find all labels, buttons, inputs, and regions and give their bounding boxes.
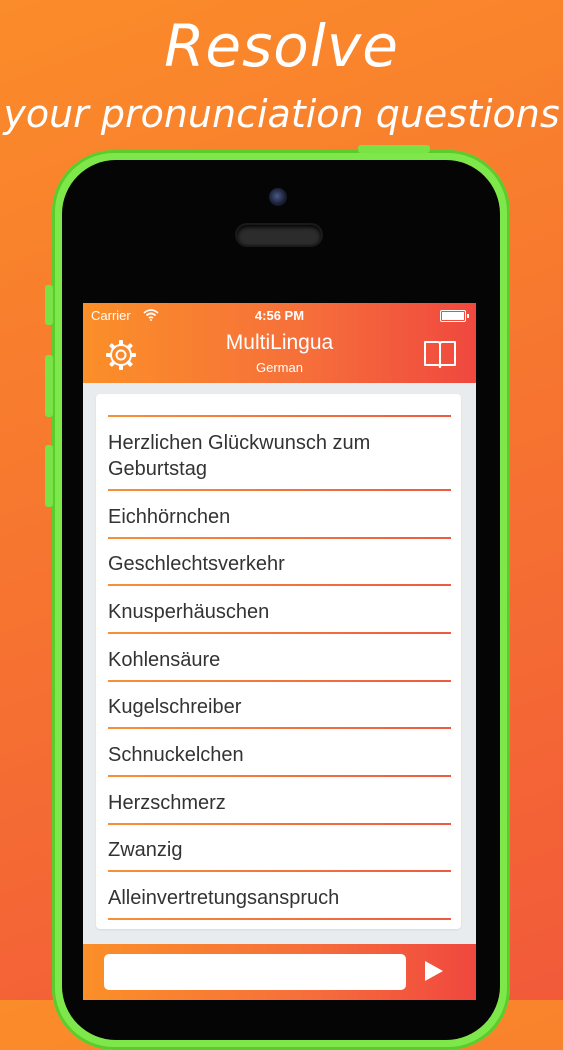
earpiece-speaker <box>237 225 321 245</box>
list-separator <box>108 918 451 920</box>
list-separator <box>108 537 451 539</box>
list-item[interactable]: Geschlechtsverkehr <box>108 551 451 577</box>
list-separator <box>108 823 451 825</box>
list-item[interactable]: Herzlichen Glückwunsch zum <box>108 430 451 456</box>
app-screen: Carrier 4:56 PM MultiLingua German Herzl… <box>83 303 476 1000</box>
list-item[interactable]: Geburtstag <box>108 456 451 482</box>
list-separator <box>108 727 451 729</box>
list-separator <box>108 632 451 634</box>
play-icon[interactable] <box>423 959 445 983</box>
battery-icon <box>440 310 469 322</box>
list-item[interactable]: Schnuckelchen <box>108 742 451 768</box>
list-separator <box>108 775 451 777</box>
list-separator <box>108 680 451 682</box>
headline-title: Resolve <box>164 12 399 80</box>
list-item[interactable]: Alleinvertretungsanspruch <box>108 885 451 911</box>
list-item[interactable]: Eichhörnchen <box>108 504 451 530</box>
list-item[interactable]: Knusperhäuschen <box>108 599 451 625</box>
navigation-bar: Carrier 4:56 PM MultiLingua German <box>83 303 476 383</box>
phrase-input[interactable] <box>104 954 406 990</box>
list-item[interactable]: Herzschmerz <box>108 790 451 816</box>
list-item[interactable]: Kohlensäure <box>108 647 451 673</box>
list-item[interactable]: Zwanzig <box>108 837 451 863</box>
list-separator <box>108 489 451 491</box>
app-title: MultiLingua <box>225 331 334 354</box>
list-item[interactable]: Kugelschreiber <box>108 694 451 720</box>
input-bar <box>83 944 476 1000</box>
phrase-list: Herzlichen Glückwunsch zum Geburtstag Ei… <box>96 394 461 929</box>
mute-switch <box>45 285 53 325</box>
volume-up-button <box>45 355 53 417</box>
book-icon[interactable] <box>423 339 457 369</box>
list-separator <box>108 415 451 417</box>
clock: 4:56 PM <box>254 308 305 323</box>
language-subtitle[interactable]: German <box>83 360 476 375</box>
list-separator <box>108 584 451 586</box>
headline-subtitle: your pronunciation questions <box>3 92 560 136</box>
power-button <box>358 145 430 153</box>
volume-down-button <box>45 445 53 507</box>
content-area: Herzlichen Glückwunsch zum Geburtstag Ei… <box>83 383 476 944</box>
list-separator <box>108 870 451 872</box>
front-camera <box>269 188 287 206</box>
